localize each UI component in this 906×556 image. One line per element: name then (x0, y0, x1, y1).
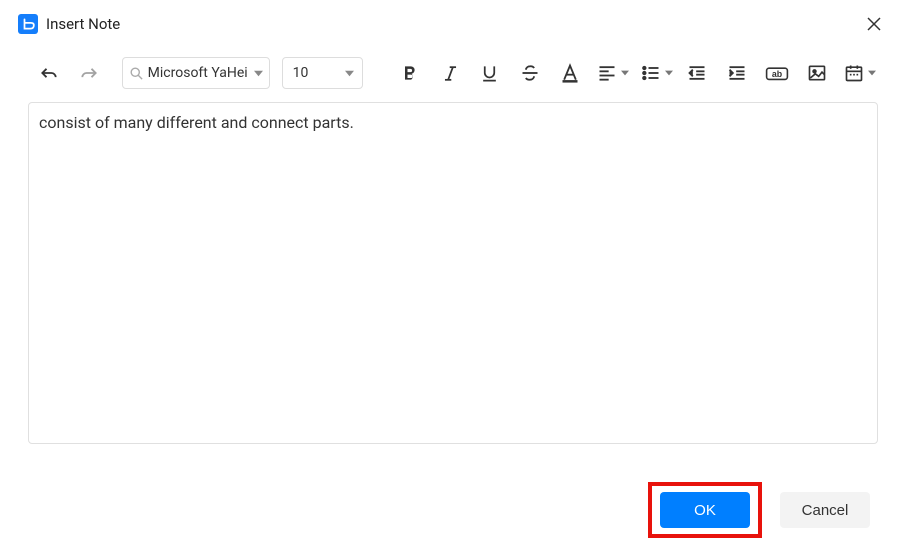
ok-highlight-box: OK (648, 482, 762, 538)
search-icon (129, 66, 144, 81)
chevron-down-icon (663, 56, 675, 90)
font-size-dropdown[interactable]: 10 (282, 57, 364, 89)
chevron-down-icon (619, 56, 631, 90)
close-button[interactable] (862, 12, 886, 36)
strikethrough-button[interactable] (513, 56, 547, 90)
font-family-value: Microsoft YaHei (148, 65, 250, 81)
ok-button[interactable]: OK (660, 492, 750, 528)
chevron-down-icon (345, 69, 354, 78)
title-bar: Insert Note (0, 0, 906, 44)
chevron-down-icon (254, 69, 263, 78)
italic-button[interactable] (433, 56, 467, 90)
align-left-icon (593, 56, 621, 90)
insert-image-button[interactable] (800, 56, 834, 90)
window-title: Insert Note (46, 15, 120, 33)
outdent-button[interactable] (681, 56, 715, 90)
note-text-editor[interactable]: consist of many different and connect pa… (28, 102, 878, 444)
align-button[interactable] (593, 56, 631, 90)
app-icon (18, 14, 38, 34)
title-bar-left: Insert Note (18, 14, 120, 34)
chevron-down-icon (866, 56, 878, 90)
svg-text:ab: ab (772, 69, 783, 79)
insert-date-button[interactable] (840, 56, 878, 90)
font-size-value: 10 (293, 65, 309, 81)
redo-button[interactable] (72, 56, 106, 90)
dialog-footer: OK Cancel (648, 482, 870, 538)
toolbar: Microsoft YaHei 10 (0, 44, 906, 98)
bullet-list-icon (637, 56, 665, 90)
bold-button[interactable] (393, 56, 427, 90)
calendar-icon (840, 56, 868, 90)
undo-button[interactable] (32, 56, 66, 90)
clear-format-button[interactable]: ab (760, 56, 794, 90)
font-family-dropdown[interactable]: Microsoft YaHei (122, 57, 270, 89)
cancel-button[interactable]: Cancel (780, 492, 870, 528)
editor-content: consist of many different and connect pa… (39, 113, 354, 132)
underline-button[interactable] (473, 56, 507, 90)
indent-button[interactable] (720, 56, 754, 90)
font-color-button[interactable] (553, 56, 587, 90)
list-button[interactable] (637, 56, 675, 90)
